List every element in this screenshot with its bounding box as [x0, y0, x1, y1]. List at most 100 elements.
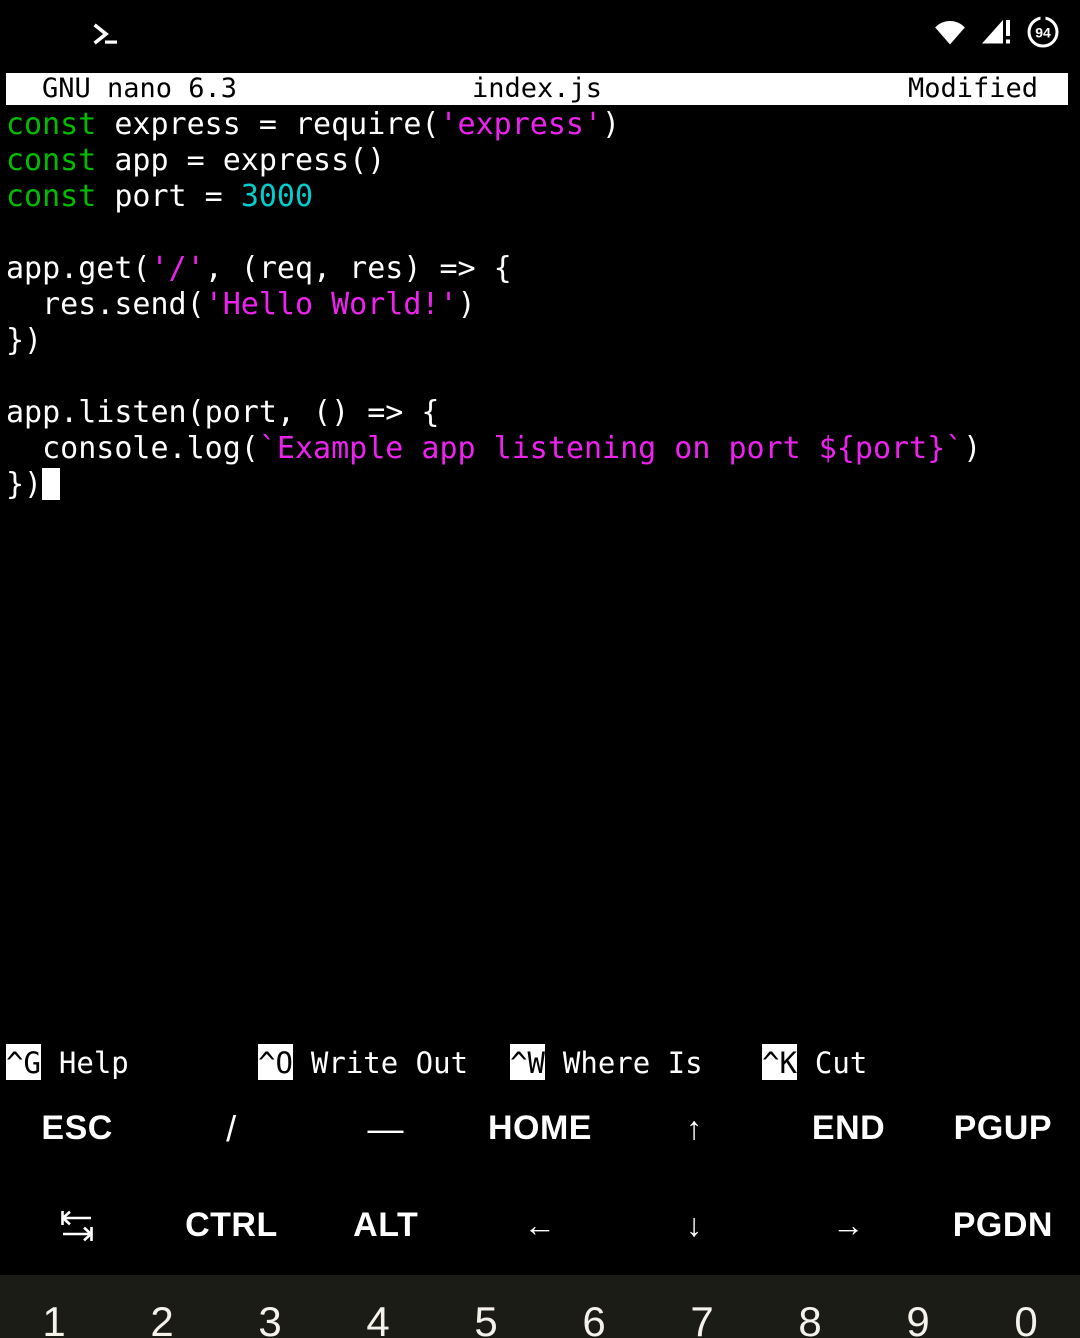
extra-key-label: CTRL	[185, 1206, 278, 1244]
android-status-bar: 1:40 94	[0, 0, 1080, 68]
code-token: const	[6, 143, 97, 178]
battery-level-text: 94	[1035, 25, 1051, 41]
status-bar-left: 1:40	[38, 0, 121, 68]
code-token: })	[6, 323, 43, 358]
code-line: app.get('/', (req, res) => {	[0, 251, 1080, 287]
extra-key-label: —	[367, 1107, 404, 1149]
status-bar-right: 94	[932, 0, 1060, 68]
shortcut-key-badge: ^K	[762, 1044, 797, 1082]
shortcut-label: Where Is	[562, 1046, 703, 1080]
extra-key-label: ↑	[686, 1110, 703, 1146]
tab-key[interactable]	[0, 1177, 154, 1274]
shortcut-key-badge: ^W	[510, 1044, 545, 1082]
code-token: express = require(	[96, 107, 440, 142]
extra-keys-row-1: ESC / — HOME ↑ END PGUP	[0, 1080, 1080, 1177]
extra-key-label: ALT	[353, 1206, 419, 1244]
keyboard-key-4[interactable]: 4	[324, 1301, 432, 1338]
shortcut-row-1: ^G Help ^O Write Out ^W Where Is ^K Cut	[0, 1044, 1080, 1082]
code-token: res.send(	[6, 287, 205, 322]
esc-key[interactable]: ESC	[0, 1080, 154, 1177]
code-token: )	[963, 431, 982, 466]
shortcut-key-badge: ^O	[258, 1044, 293, 1082]
code-token: const	[6, 107, 97, 142]
dash-key[interactable]: —	[309, 1080, 463, 1177]
keyboard-number-row: 1234567890	[0, 1275, 1080, 1338]
code-line: })	[0, 323, 1080, 359]
keyboard-key-0[interactable]: 0	[972, 1301, 1080, 1338]
extra-key-label: ←	[523, 1207, 557, 1243]
terminal-prompt-icon	[91, 19, 121, 49]
code-line: })	[0, 467, 1080, 503]
alt-key[interactable]: ALT	[309, 1177, 463, 1274]
cellular-signal-alert-icon	[980, 17, 1014, 51]
code-token: app = express()	[96, 143, 386, 178]
text-cursor	[42, 468, 61, 500]
code-token: app.listen(port, () => {	[6, 395, 440, 430]
page-up-key[interactable]: PGUP	[926, 1080, 1080, 1177]
shortcut-label: Help	[58, 1046, 129, 1080]
code-line: console.log(`Example app listening on po…	[0, 431, 1080, 467]
keyboard-key-6[interactable]: 6	[540, 1301, 648, 1338]
terminal-screen: 1:40 94 GNU nano 6.3 index.js Modified c…	[0, 0, 1080, 1338]
code-token: console.log(	[6, 431, 259, 466]
code-token: )	[457, 287, 476, 322]
extra-key-label: PGDN	[952, 1206, 1053, 1244]
end-key[interactable]: END	[771, 1080, 925, 1177]
shortcut-help[interactable]: ^G Help	[6, 1044, 129, 1082]
arrow-right-key[interactable]: →	[771, 1177, 925, 1274]
code-token: app.get(	[6, 251, 151, 286]
status-clock: 1:40	[38, 24, 77, 44]
keyboard-key-5[interactable]: 5	[432, 1301, 540, 1338]
arrow-up-key[interactable]: ↑	[617, 1080, 771, 1177]
code-line: const app = express()	[0, 143, 1080, 179]
code-token: '/'	[150, 251, 205, 286]
ctrl-key[interactable]: CTRL	[154, 1177, 308, 1274]
code-token: , (req, res) => {	[204, 251, 512, 286]
extra-key-label: PGUP	[953, 1109, 1052, 1147]
code-token: 'Hello World!'	[204, 287, 458, 322]
extra-key-label: HOME	[487, 1109, 592, 1147]
shortcut-cut[interactable]: ^K Cut	[762, 1044, 867, 1082]
shortcut-label: Write Out	[310, 1046, 469, 1080]
extra-key-label: ↓	[686, 1207, 703, 1243]
wifi-icon	[932, 17, 968, 51]
keyboard-key-2[interactable]: 2	[108, 1301, 216, 1338]
arrow-down-key[interactable]: ↓	[617, 1177, 771, 1274]
nano-modified-badge: Modified	[907, 73, 1038, 104]
shortcut-label: Cut	[814, 1046, 868, 1080]
shortcut-write-out[interactable]: ^O Write Out	[258, 1044, 468, 1082]
extra-keys-row-2: CTRL ALT ← ↓ → PGDN	[0, 1177, 1080, 1274]
keyboard-key-1[interactable]: 1	[0, 1301, 108, 1338]
battery-circle-icon: 94	[1026, 15, 1060, 53]
keyboard-key-7[interactable]: 7	[648, 1301, 756, 1338]
code-line: app.listen(port, () => {	[0, 395, 1080, 431]
code-token: )	[602, 107, 621, 142]
page-down-key[interactable]: PGDN	[926, 1177, 1080, 1274]
terminal-extra-keys: ESC / — HOME ↑ END PGUP CTRL ALT ← ↓ → PGDN	[0, 1080, 1080, 1274]
soft-keyboard: 1234567890	[0, 1275, 1080, 1338]
shortcut-where-is[interactable]: ^W Where Is	[510, 1044, 703, 1082]
extra-key-label: /	[226, 1107, 237, 1149]
home-key[interactable]: HOME	[463, 1080, 617, 1177]
keyboard-key-3[interactable]: 3	[216, 1301, 324, 1338]
code-token: 'express'	[439, 107, 603, 142]
slash-key[interactable]: /	[154, 1080, 308, 1177]
extra-key-label: →	[832, 1207, 865, 1243]
code-token: 3000	[240, 179, 314, 214]
code-token: port =	[96, 179, 241, 214]
keyboard-key-9[interactable]: 9	[864, 1301, 972, 1338]
code-token: `Example app listening on port ${port}`	[258, 431, 964, 466]
code-line: res.send('Hello World!')	[0, 287, 1080, 323]
nano-editor-buffer[interactable]: const express = require('express') const …	[0, 107, 1080, 955]
shortcut-key-badge: ^G	[6, 1044, 41, 1082]
keyboard-key-8[interactable]: 8	[756, 1301, 864, 1338]
nano-shortcut-bar: ^GHelp^OWrite Out^WWhere Is^KCut ^XExit^…	[0, 968, 1080, 1196]
code-token: const	[6, 179, 97, 214]
code-line: const express = require('express')	[0, 107, 1080, 143]
nano-title-bar: GNU nano 6.3 index.js Modified	[6, 73, 1068, 105]
arrow-left-key[interactable]: ←	[463, 1177, 617, 1274]
extra-key-label: ESC	[41, 1109, 113, 1147]
code-token: })	[6, 467, 43, 502]
